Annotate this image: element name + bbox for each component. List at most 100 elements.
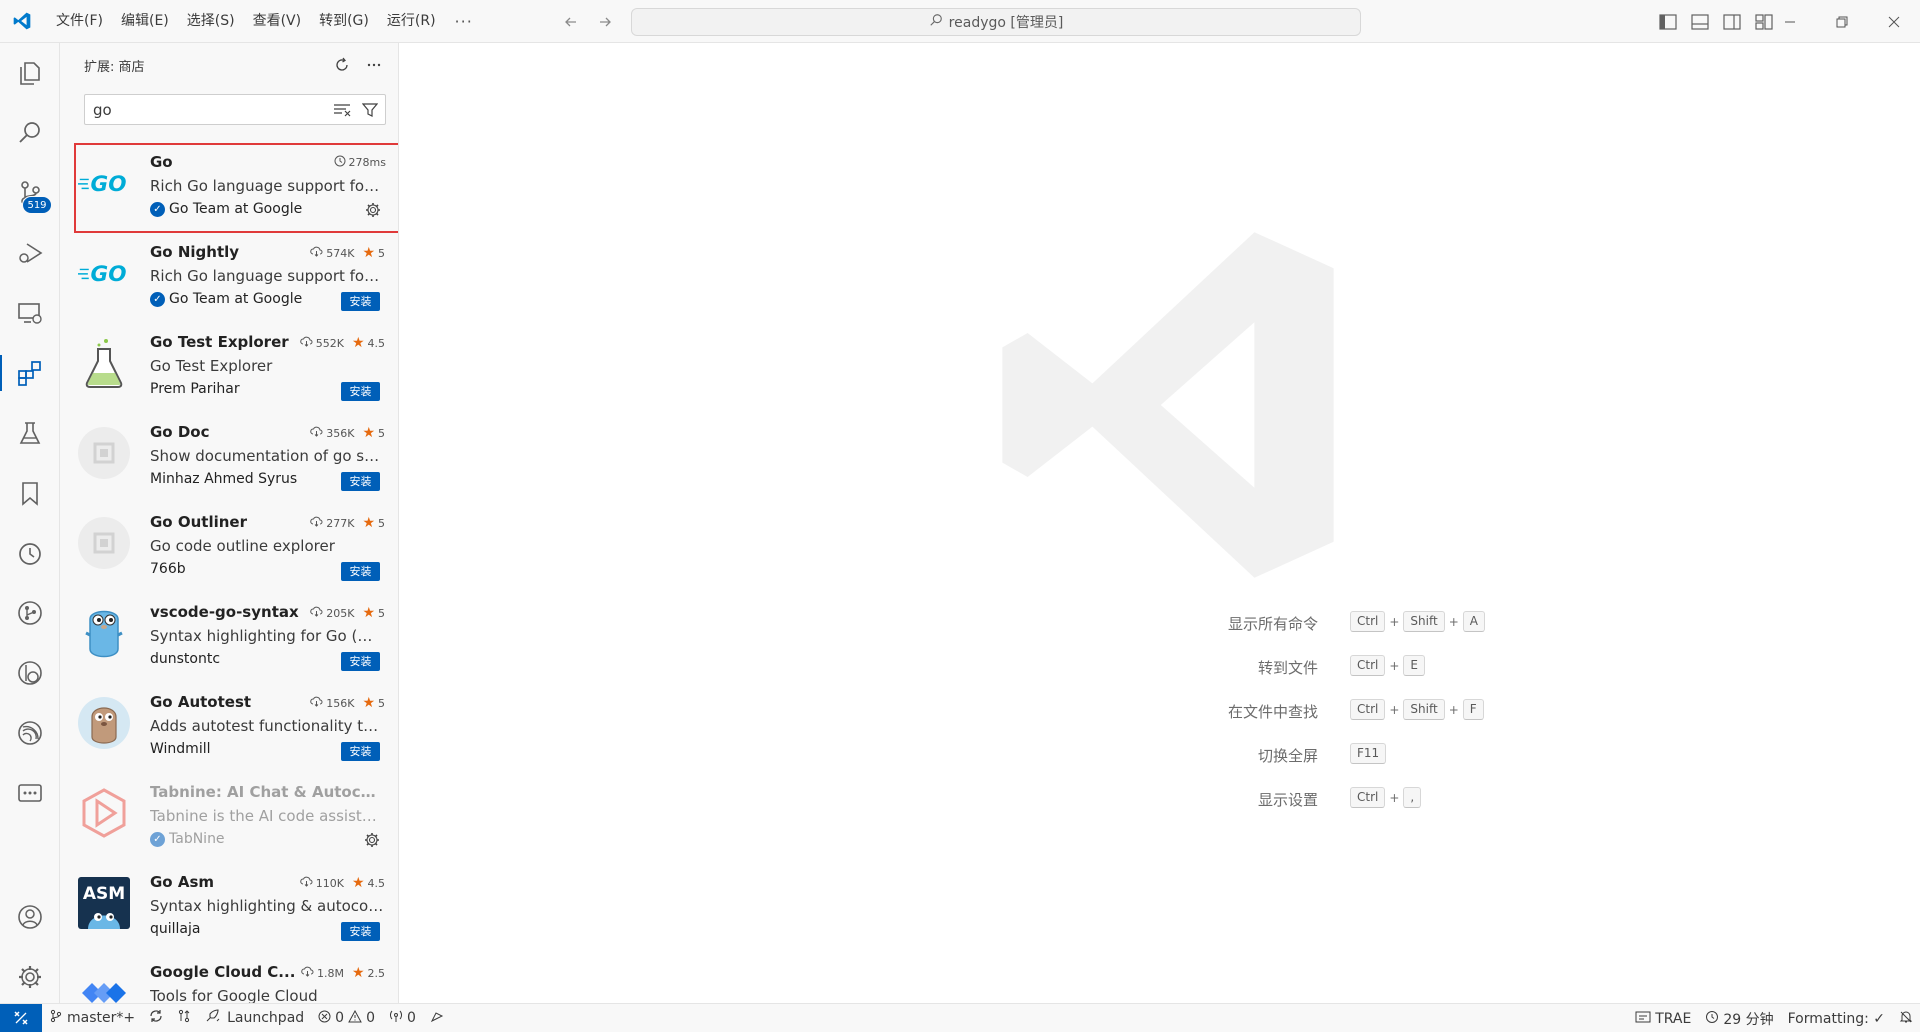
extension-item-go-outliner[interactable]: Go Outliner 277K ★ 5 Go code outline exp… <box>60 503 398 593</box>
launchpad-status[interactable]: Launchpad <box>198 1009 311 1027</box>
extension-item-vscode-go-syntax[interactable]: vscode-go-syntax 205K ★ 5 Syntax highlig… <box>60 593 398 683</box>
refresh-icon[interactable] <box>330 53 354 77</box>
ports-status[interactable]: 0 <box>382 1009 423 1027</box>
testing-icon[interactable] <box>0 409 60 457</box>
download-cloud-icon <box>310 426 323 440</box>
time-status[interactable]: 29 分钟 <box>1698 1009 1780 1029</box>
timeline-icon[interactable] <box>0 529 60 577</box>
toggle-panel-icon[interactable] <box>1688 10 1712 34</box>
extension-item-go-doc[interactable]: Go Doc 356K ★ 5 Show documentation of go… <box>60 413 398 503</box>
extension-publisher: Windmill <box>150 741 211 757</box>
close-icon[interactable] <box>1868 0 1920 43</box>
extension-list: GO Go 278ms Rich Go language support for… <box>60 143 398 1003</box>
rating: 4.5 <box>367 336 386 350</box>
toggle-primary-sidebar-icon[interactable] <box>1656 10 1680 34</box>
shortcut-label: 在文件中查找 <box>1227 703 1318 721</box>
menu-more-button[interactable]: ··· <box>445 12 483 31</box>
more-actions-icon[interactable] <box>362 53 386 77</box>
notifications-status[interactable] <box>1892 1010 1920 1028</box>
install-button[interactable]: 安装 <box>341 382 380 401</box>
asm-gopher-icon: ASM <box>78 877 130 929</box>
shortcut-row: 显示所有命令 Ctrl + Shift + A <box>1000 603 1700 647</box>
keycap: A <box>1462 611 1485 632</box>
menu-view[interactable]: 查看(V) <box>244 0 311 43</box>
extension-item-tabnine[interactable]: Tabnine: AI Chat & Autocom... Tabnine is… <box>60 773 398 863</box>
keycap: , <box>1403 787 1422 808</box>
extension-name: Tabnine: AI Chat & Autocom... <box>150 783 380 801</box>
extension-item-go-asm[interactable]: ASM Go Asm 110K ★ 4.5 Syntax highlightin… <box>60 863 398 953</box>
run-debug-icon[interactable] <box>0 229 60 277</box>
extension-item-go-nightly[interactable]: GO Go Nightly 574K ★ 5 Rich Go language … <box>60 233 398 323</box>
extension-item-go-autotest[interactable]: Go Autotest 156K ★ 5 Adds autotest funct… <box>60 683 398 773</box>
download-cloud-icon <box>301 966 314 980</box>
restore-icon[interactable] <box>1816 0 1868 43</box>
podcast-icon[interactable] <box>0 709 60 757</box>
back-arrow-icon[interactable] <box>558 9 584 35</box>
sync-status[interactable] <box>142 1009 170 1027</box>
extension-name: Google Cloud C... <box>150 963 296 981</box>
forward-arrow-icon[interactable] <box>592 9 618 35</box>
extension-stats: 1.8M ★ 2.5 <box>301 965 385 981</box>
menu-file[interactable]: 文件(F) <box>47 0 112 43</box>
trae-status[interactable]: TRAE <box>1628 1011 1698 1027</box>
git-graph-icon[interactable] <box>0 589 60 637</box>
source-control-icon[interactable]: 519 <box>0 169 60 217</box>
extension-publisher: 766b <box>150 561 186 577</box>
bell-icon <box>1899 1010 1913 1028</box>
extension-description: Adds autotest functionality to ... <box>150 717 385 735</box>
live-share-status[interactable] <box>423 1009 451 1027</box>
menu-run[interactable]: 运行(R) <box>378 0 445 43</box>
install-button[interactable]: 安装 <box>341 922 380 941</box>
remote-explorer-icon[interactable] <box>0 289 60 337</box>
toggle-secondary-sidebar-icon[interactable] <box>1720 10 1744 34</box>
minimize-icon[interactable] <box>1764 0 1816 43</box>
manage-gear-icon[interactable] <box>361 829 383 851</box>
search-icon[interactable] <box>0 109 60 157</box>
install-button[interactable]: 安装 <box>341 472 380 491</box>
install-button[interactable]: 安装 <box>341 562 380 581</box>
install-button[interactable]: 安装 <box>341 742 380 761</box>
bookmark-icon[interactable] <box>0 469 60 517</box>
branch-status[interactable]: master*+ <box>42 1009 142 1027</box>
extension-publisher: ✓ Go Team at Google <box>150 291 302 307</box>
extension-publisher: ✓ TabNine <box>150 831 225 847</box>
extension-publisher: dunstontc <box>150 651 220 667</box>
manage-gear-icon[interactable] <box>362 199 384 221</box>
extension-item-go[interactable]: GO Go 278ms Rich Go language support for… <box>74 143 398 233</box>
clear-filter-icon[interactable] <box>331 99 353 121</box>
extension-name: Go Test Explorer <box>150 333 289 351</box>
publisher-name: dunstontc <box>150 651 221 667</box>
google-cloud-code-icon <box>78 967 130 1003</box>
extensions-icon[interactable] <box>0 349 60 397</box>
search-icon <box>929 13 943 31</box>
explorer-icon[interactable] <box>0 49 60 97</box>
install-button[interactable]: 安装 <box>341 292 380 311</box>
shortcut-row: 转到文件 Ctrl + E <box>1000 647 1700 691</box>
command-center-label: readygo [管理员] <box>948 15 1064 31</box>
ports-count: 0 <box>407 1010 416 1026</box>
keycap: F11 <box>1350 743 1387 764</box>
extension-item-go-test-explorer[interactable]: Go Test Explorer 552K ★ 4.5 Go Test Expl… <box>60 323 398 413</box>
problems-status[interactable]: 0 0 <box>311 1009 382 1027</box>
settings-gear-icon[interactable] <box>0 953 60 1001</box>
menu-go[interactable]: 转到(G) <box>310 0 378 43</box>
remote-indicator-icon[interactable] <box>0 1003 42 1032</box>
extension-publisher: ✓ Go Team at Google <box>150 201 302 217</box>
filter-icon[interactable] <box>359 99 381 121</box>
formatting-status[interactable]: Formatting: ✓ <box>1781 1011 1892 1027</box>
menu-selection[interactable]: 选择(S) <box>178 0 244 43</box>
extension-description: Syntax highlighting & autocom... <box>150 897 385 915</box>
extension-stats: 552K ★ 4.5 <box>299 335 386 351</box>
gitlens-icon[interactable] <box>0 649 60 697</box>
account-icon[interactable] <box>0 893 60 941</box>
extension-item-google-cloud-code[interactable]: Google Cloud C... 1.8M ★ 2.5 Tools for G… <box>60 953 398 1003</box>
menu-edit[interactable]: 编辑(E) <box>112 0 178 43</box>
extensions-search-input[interactable] <box>85 95 315 124</box>
command-center[interactable]: readygo [管理员] <box>631 8 1361 36</box>
publisher-name: TabNine <box>169 831 225 847</box>
git-compare-status[interactable] <box>170 1009 198 1027</box>
terminal-panel-icon[interactable] <box>0 769 60 817</box>
star-icon: ★ <box>362 515 375 531</box>
install-button[interactable]: 安装 <box>341 652 380 671</box>
keycap: Ctrl <box>1350 699 1386 720</box>
